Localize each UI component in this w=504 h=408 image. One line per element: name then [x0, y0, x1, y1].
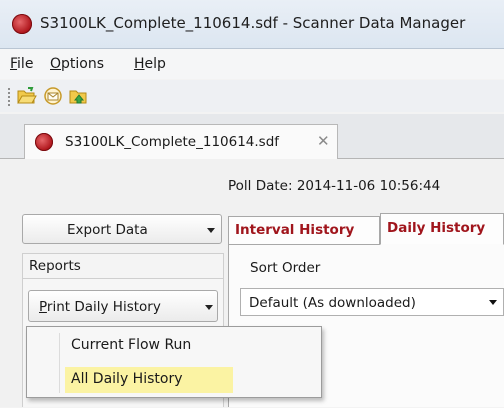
export-data-label: Export Data: [67, 222, 148, 238]
reports-group-header: Reports: [22, 253, 224, 279]
menu-help[interactable]: Help: [134, 56, 166, 72]
open-folder-icon[interactable]: [16, 85, 38, 107]
print-daily-history-label: Print Daily History: [39, 299, 161, 315]
menu-item-all-daily-history[interactable]: All Daily History: [65, 367, 233, 393]
menu-item-label: Current Flow Run: [71, 337, 192, 353]
poll-date: Poll Date: 2014-11-06 10:56:44: [228, 178, 441, 194]
sort-order-select[interactable]: Default (As downloaded): [240, 288, 504, 316]
print-daily-history-button[interactable]: Print Daily History: [28, 290, 218, 322]
chevron-down-icon: [489, 300, 497, 305]
chevron-down-icon: [207, 228, 215, 233]
email-icon[interactable]: [42, 85, 64, 107]
export-folder-icon[interactable]: [68, 85, 90, 107]
sort-order-value: Default (As downloaded): [249, 295, 416, 311]
print-options-menu: Current Flow Run All Daily History: [26, 326, 322, 398]
menu-item-label: All Daily History: [71, 371, 183, 387]
menu-options[interactable]: Options: [50, 56, 104, 72]
menu-gutter: [59, 333, 60, 393]
tab-interval-history-label: Interval History: [235, 222, 355, 238]
close-tab-icon[interactable]: ✕: [317, 132, 330, 150]
menu-item-current-flow-run[interactable]: Current Flow Run: [65, 333, 317, 359]
sort-order-label: Sort Order: [250, 260, 321, 276]
export-data-button[interactable]: Export Data: [22, 214, 222, 244]
document-logo-icon: [35, 133, 53, 151]
document-tab-label: S3100LK_Complete_110614.sdf: [65, 134, 280, 150]
document-tab[interactable]: S3100LK_Complete_110614.sdf ✕: [24, 124, 338, 159]
toolbar-grip[interactable]: [8, 88, 12, 106]
reports-header-label: Reports: [29, 258, 81, 274]
tab-daily-history-label: Daily History: [387, 220, 486, 236]
chevron-down-icon: [205, 305, 213, 310]
app-logo-icon: [12, 14, 32, 34]
tab-daily-history[interactable]: Daily History: [380, 213, 504, 245]
tab-interval-history[interactable]: Interval History: [228, 216, 380, 244]
menu-file[interactable]: File: [10, 56, 33, 72]
window-title: S3100LK_Complete_110614.sdf - Scanner Da…: [40, 14, 466, 32]
